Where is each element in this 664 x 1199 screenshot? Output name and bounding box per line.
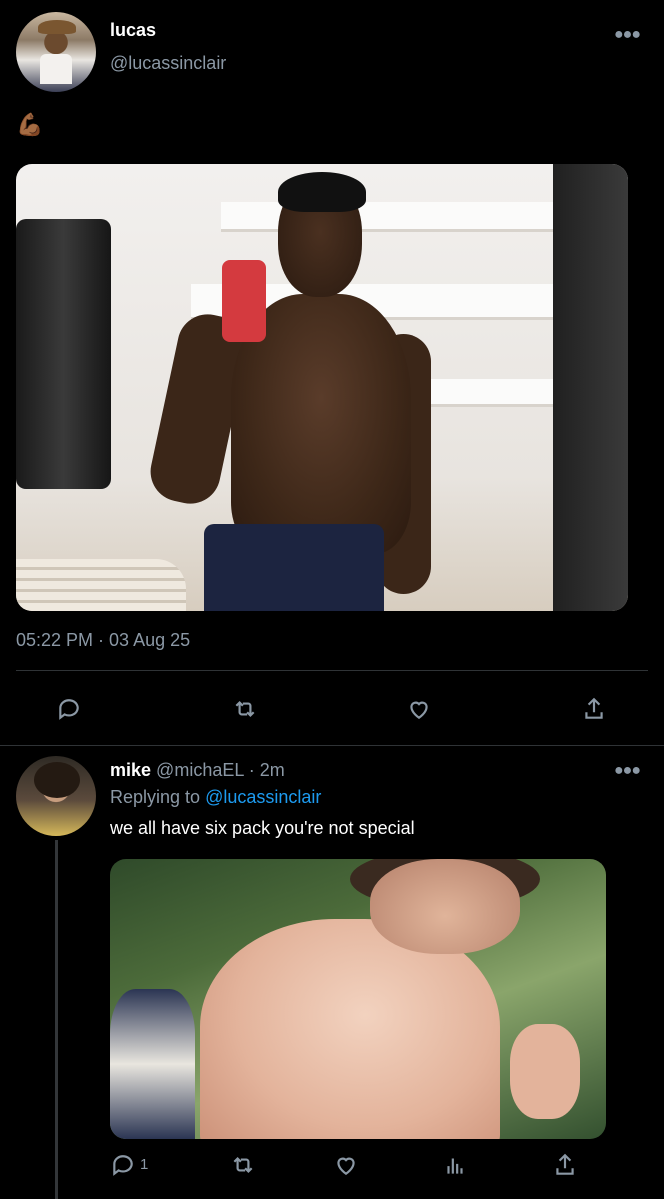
share-icon[interactable] xyxy=(550,1150,580,1180)
reply-icon[interactable] xyxy=(54,694,84,724)
like-icon[interactable] xyxy=(331,1150,361,1180)
main-tweet: lucas @lucassinclair ●●● 💪🏾 05:22 PM · 0… xyxy=(0,0,664,745)
retweet-icon[interactable] xyxy=(230,694,260,724)
separator: · xyxy=(248,760,255,780)
reply-time[interactable]: 2m xyxy=(260,760,285,780)
replying-to: Replying to @lucassinclair xyxy=(110,787,321,808)
analytics-icon[interactable] xyxy=(440,1150,470,1180)
divider xyxy=(16,670,648,671)
like-icon[interactable] xyxy=(404,694,434,724)
tweet-timestamp[interactable]: 05:22 PM · 03 Aug 25 xyxy=(16,630,190,651)
tweet-text: we all have six pack you're not special xyxy=(110,818,415,838)
replying-prefix: Replying to xyxy=(110,787,201,807)
avatar[interactable] xyxy=(16,12,96,92)
reply-count: 1 xyxy=(140,1156,149,1173)
reply-header: mike @michaEL · 2m xyxy=(110,760,285,781)
tweet-text: 💪🏾 xyxy=(16,112,44,137)
divider xyxy=(0,745,664,746)
user-handle[interactable]: @michaEL xyxy=(156,760,244,780)
display-name[interactable]: lucas xyxy=(110,20,156,41)
user-handle[interactable]: @lucassinclair xyxy=(110,53,226,74)
thread-line xyxy=(55,840,58,1199)
display-name[interactable]: mike xyxy=(110,760,151,780)
reply-icon[interactable] xyxy=(108,1150,138,1180)
tweet-photo[interactable] xyxy=(16,164,628,611)
retweet-icon[interactable] xyxy=(228,1150,258,1180)
more-dots-icon[interactable]: ●●● xyxy=(614,26,641,44)
tweet-photo[interactable] xyxy=(110,859,606,1139)
more-dots-icon[interactable]: ●●● xyxy=(614,762,641,780)
share-icon[interactable] xyxy=(579,694,609,724)
replying-to-link[interactable]: @lucassinclair xyxy=(205,787,321,807)
avatar[interactable] xyxy=(16,756,96,836)
